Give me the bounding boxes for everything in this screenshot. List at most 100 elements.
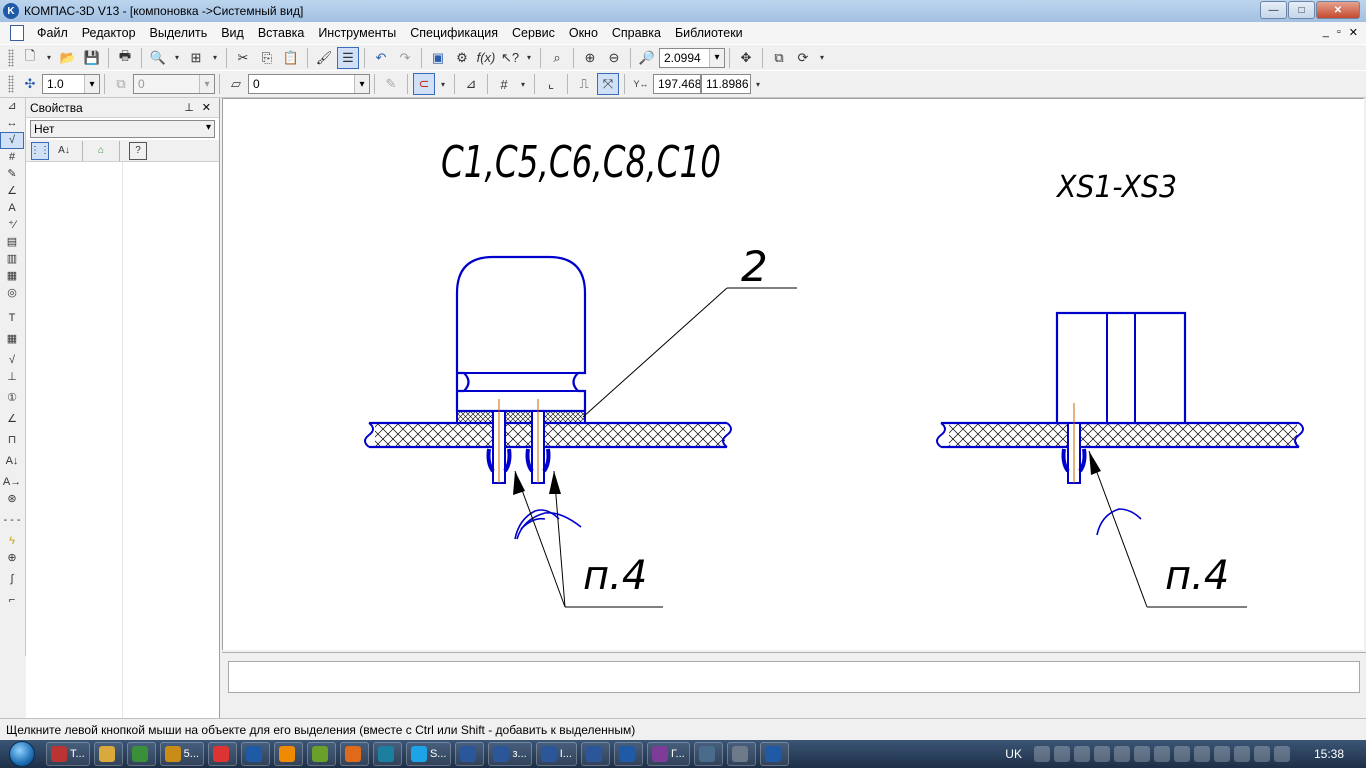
paste-icon[interactable]: 📋	[280, 47, 302, 69]
dimensions-icon[interactable]: ↔	[0, 115, 24, 132]
cut-line-icon[interactable]: A↓	[0, 453, 24, 470]
layout-dropdown-icon[interactable]: ▾	[209, 47, 221, 69]
battery-icon[interactable]	[1233, 746, 1250, 762]
taskbar-task-19[interactable]	[759, 742, 789, 766]
taskbar-task-10[interactable]: S...	[405, 742, 452, 766]
leader-icon[interactable]: ①	[0, 390, 24, 407]
taskbar-task-17[interactable]	[693, 742, 723, 766]
maximize-icon[interactable]: □	[1288, 1, 1315, 19]
toolbar2-more-icon[interactable]: ▾	[752, 73, 764, 95]
right-board[interactable]	[936, 421, 1304, 449]
spec-icon[interactable]: ▤	[0, 234, 24, 251]
drawing-canvas[interactable]: C1,C5,C6,C8,C10 XS1-XS3 2 п.4 п.4	[222, 98, 1364, 650]
menu-specification[interactable]: Спецификация	[403, 26, 505, 40]
mdi-restore-icon[interactable]: ▫	[1337, 26, 1341, 39]
tolerance-icon[interactable]: ⊓	[0, 432, 24, 449]
view-arrow-icon[interactable]: ⊛	[0, 491, 24, 508]
tools-icon[interactable]	[1153, 746, 1170, 762]
taskbar-task-5[interactable]	[240, 742, 270, 766]
menu-view[interactable]: Вид	[214, 26, 251, 40]
grid-icon[interactable]: #	[493, 73, 515, 95]
axis-icon[interactable]: - - -	[0, 512, 24, 529]
cut-icon[interactable]: ✂	[232, 47, 254, 69]
taskbar-task-14[interactable]	[580, 742, 610, 766]
cursor-coord-icon[interactable]: ⤧	[597, 73, 619, 95]
filter-icon[interactable]: ⌂	[92, 142, 110, 160]
toolbar1-more-icon[interactable]: ▾	[816, 47, 828, 69]
layer-field[interactable]: 0	[133, 74, 215, 94]
properties-icon[interactable]: ☰	[337, 46, 359, 69]
print-icon[interactable]: 🖶	[114, 47, 136, 69]
round-icon[interactable]: ⎍	[573, 73, 595, 95]
network-icon[interactable]	[1053, 746, 1070, 762]
no-entry-icon[interactable]	[1033, 746, 1050, 762]
snap-icon[interactable]: ✣	[19, 73, 41, 95]
base-icon[interactable]: ⊥	[0, 369, 24, 386]
brush-icon[interactable]: 🖌	[313, 47, 335, 69]
zoom-out-icon[interactable]: ⊖	[603, 47, 625, 69]
sort-icon[interactable]: ⋮⋮	[30, 141, 50, 160]
arrow-icon[interactable]: A→	[0, 474, 24, 491]
edit-icon[interactable]: #	[0, 149, 24, 166]
menu-service[interactable]: Сервис	[505, 26, 562, 40]
grid-dropdown-icon[interactable]: ▾	[517, 73, 529, 95]
help-icon[interactable]: ?	[129, 141, 147, 160]
dropbox-icon[interactable]	[1133, 746, 1150, 762]
zoom-icon[interactable]: ⌕	[546, 47, 568, 69]
taskbar-task-3[interactable]: 5...	[159, 742, 204, 766]
zoom-field[interactable]: 2.0994	[659, 47, 725, 68]
taskbar-task-16[interactable]: Г...	[646, 742, 690, 766]
table-icon[interactable]: ▦	[0, 331, 24, 348]
apple-icon[interactable]	[1173, 746, 1190, 762]
menu-select[interactable]: Выделить	[143, 26, 215, 40]
coordinates-icon[interactable]: Y↔	[630, 73, 652, 95]
new-doc-icon[interactable]: 🗋	[19, 47, 41, 69]
fx-icon[interactable]: f(x)	[475, 47, 497, 69]
menu-help[interactable]: Справка	[605, 26, 668, 40]
menu-window[interactable]: Окно	[562, 26, 605, 40]
taskbar-task-7[interactable]	[306, 742, 336, 766]
toolbar-grip[interactable]	[8, 48, 14, 67]
left-board[interactable]	[364, 421, 732, 449]
geometry-icon[interactable]: ⊿	[0, 98, 24, 115]
menu-libraries[interactable]: Библиотеки	[668, 26, 750, 40]
coord-y-field[interactable]: 11.8986	[701, 74, 751, 94]
taskbar-task-4[interactable]	[207, 742, 237, 766]
signal-icon[interactable]	[1253, 746, 1270, 762]
skull-icon[interactable]	[1113, 746, 1130, 762]
measure-icon[interactable]: ∠	[0, 183, 24, 200]
wave-icon[interactable]: ∫	[0, 571, 24, 588]
parameters-field[interactable]	[228, 661, 1360, 693]
style-icon[interactable]: ▱	[225, 73, 247, 95]
pin-icon[interactable]: ⊥	[184, 101, 194, 114]
menu-file[interactable]: Файл	[30, 26, 75, 40]
mdi-minimize-icon[interactable]: _	[1323, 26, 1329, 39]
minimize-icon[interactable]: —	[1260, 1, 1287, 19]
sort-az-icon[interactable]: A↓	[55, 142, 73, 160]
ortho-icon[interactable]: ⊿	[460, 73, 482, 95]
taskbar-task-8[interactable]	[339, 742, 369, 766]
zoom-scale-icon[interactable]: 🔎	[636, 47, 658, 69]
roughness-icon[interactable]: √	[0, 352, 24, 369]
associative-icon[interactable]: ⁺⁄	[0, 217, 24, 234]
taskbar-task-12[interactable]: з...	[488, 742, 532, 766]
brush-style-icon[interactable]: ✎	[380, 73, 402, 95]
style-field[interactable]: 0	[248, 74, 370, 94]
layer-icon[interactable]: ⧉	[110, 73, 132, 95]
coord-x-field[interactable]: 197.468	[653, 74, 701, 94]
scale-field[interactable]: 1.0	[42, 74, 100, 94]
preview-icon[interactable]: 🔍	[147, 47, 169, 69]
help-dropdown-icon[interactable]: ▾	[523, 47, 535, 69]
document-icon[interactable]	[10, 25, 24, 41]
clock[interactable]: 15:38	[1314, 747, 1344, 761]
layout-icon[interactable]: ⊞	[185, 47, 207, 69]
windows-start-icon[interactable]	[0, 740, 44, 768]
object-select[interactable]: Нет	[30, 120, 215, 138]
mdi-close-icon[interactable]: ✕	[1349, 26, 1358, 39]
language-indicator[interactable]: UK	[1005, 747, 1022, 761]
reports-icon[interactable]: ▥	[0, 251, 24, 268]
copy-icon[interactable]: ⎘	[256, 47, 278, 69]
save-icon[interactable]: 💾	[81, 47, 103, 69]
menu-editor[interactable]: Редактор	[75, 26, 143, 40]
volume-icon[interactable]	[1213, 746, 1230, 762]
